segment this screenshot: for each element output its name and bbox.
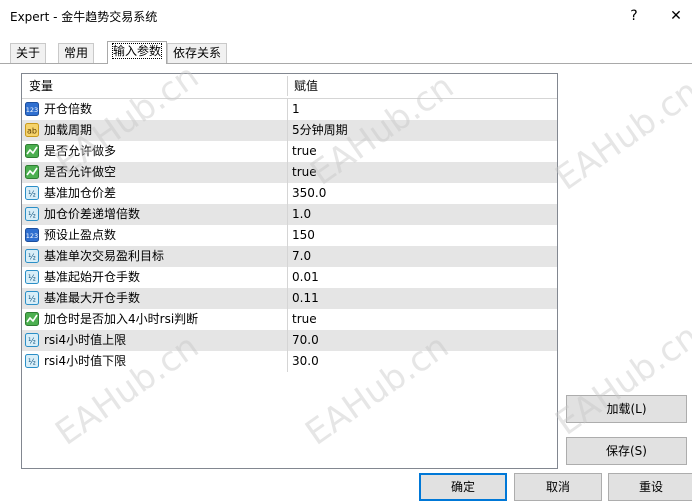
table-row[interactable]: ½ 基准起始开仓手数 0.01 bbox=[22, 267, 557, 288]
table-row[interactable]: 123 开仓倍数 1 bbox=[22, 99, 557, 120]
tab-about-label: 关于 bbox=[16, 46, 41, 60]
svg-text:½: ½ bbox=[28, 253, 36, 262]
parameter-name: 加载周期 bbox=[44, 123, 93, 137]
cell-divider bbox=[287, 225, 288, 246]
tab-about[interactable]: 关于 bbox=[10, 43, 47, 63]
parameter-value[interactable]: 5分钟周期 bbox=[292, 120, 348, 141]
double-icon: ½ bbox=[25, 291, 39, 305]
tab-dependencies[interactable]: 依存关系 bbox=[167, 43, 228, 63]
svg-text:½: ½ bbox=[28, 358, 36, 367]
parameter-value[interactable]: 7.0 bbox=[292, 246, 311, 267]
double-icon: ½ bbox=[25, 249, 39, 263]
watermark: EAHub.cn bbox=[548, 316, 692, 444]
load-button[interactable]: 加载(L) bbox=[566, 395, 687, 423]
bool-icon bbox=[25, 312, 39, 326]
parameters-grid[interactable]: 变量 赋值 123 开仓倍数 1 ab 加载周期 5分钟周期 是否允许做多 true 是否允许做… bbox=[21, 73, 558, 469]
svg-text:½: ½ bbox=[28, 190, 36, 199]
cell-divider bbox=[287, 267, 288, 288]
svg-text:½: ½ bbox=[28, 295, 36, 304]
cell-divider bbox=[287, 204, 288, 225]
svg-text:123: 123 bbox=[26, 232, 38, 240]
parameter-name: 加仓价差递增倍数 bbox=[44, 207, 141, 221]
tab-dependencies-label: 依存关系 bbox=[173, 46, 222, 60]
help-button[interactable]: ? bbox=[624, 6, 644, 26]
table-row[interactable]: 加仓时是否加入4小时rsi判断 true bbox=[22, 309, 557, 330]
parameter-name: 开仓倍数 bbox=[44, 102, 93, 116]
table-row[interactable]: 123 预设止盈点数 150 bbox=[22, 225, 557, 246]
svg-text:½: ½ bbox=[28, 274, 36, 283]
cell-divider bbox=[287, 183, 288, 204]
column-header-variable[interactable]: 变量 bbox=[29, 74, 53, 98]
table-row[interactable]: ½ rsi4小时值上限 70.0 bbox=[22, 330, 557, 351]
parameter-value[interactable]: 150 bbox=[292, 225, 315, 246]
parameter-name: 基准加仓价差 bbox=[44, 186, 117, 200]
cell-divider bbox=[287, 162, 288, 183]
bool-icon bbox=[25, 144, 39, 158]
table-row[interactable]: ½ 基准单次交易盈利目标 7.0 bbox=[22, 246, 557, 267]
integer-icon: 123 bbox=[25, 228, 39, 242]
string-icon: ab bbox=[25, 123, 39, 137]
svg-text:123: 123 bbox=[26, 106, 38, 114]
parameter-name: rsi4小时值上限 bbox=[44, 333, 127, 347]
double-icon: ½ bbox=[25, 354, 39, 368]
svg-text:½: ½ bbox=[28, 337, 36, 346]
tab-common[interactable]: 常用 bbox=[58, 43, 95, 63]
parameter-name: 加仓时是否加入4小时rsi判断 bbox=[44, 312, 199, 326]
parameter-name: 基准单次交易盈利目标 bbox=[44, 249, 165, 263]
cell-divider bbox=[287, 246, 288, 267]
svg-text:ab: ab bbox=[27, 127, 37, 136]
table-row[interactable]: ½ 加仓价差递增倍数 1.0 bbox=[22, 204, 557, 225]
parameter-value[interactable]: true bbox=[292, 309, 317, 330]
parameter-value[interactable]: 1 bbox=[292, 99, 300, 120]
window-title: Expert - 金牛趋势交易系统 bbox=[10, 10, 158, 24]
double-icon: ½ bbox=[25, 207, 39, 221]
tab-bar: 关于 常用 输入参数 依存关系 bbox=[0, 41, 692, 64]
cell-divider bbox=[287, 141, 288, 162]
parameter-value[interactable]: 30.0 bbox=[292, 351, 319, 372]
cell-divider bbox=[287, 99, 288, 120]
close-button[interactable]: ✕ bbox=[666, 6, 686, 26]
double-icon: ½ bbox=[25, 186, 39, 200]
parameter-value[interactable]: 1.0 bbox=[292, 204, 311, 225]
parameter-value[interactable]: 350.0 bbox=[292, 183, 326, 204]
cell-divider bbox=[287, 330, 288, 351]
cell-divider bbox=[287, 120, 288, 141]
table-row[interactable]: 是否允许做多 true bbox=[22, 141, 557, 162]
parameter-name: 基准起始开仓手数 bbox=[44, 270, 141, 284]
parameter-value[interactable]: 0.11 bbox=[292, 288, 319, 309]
parameter-name: 预设止盈点数 bbox=[44, 228, 117, 242]
tab-inputs[interactable]: 输入参数 bbox=[107, 41, 168, 64]
cell-divider bbox=[287, 351, 288, 372]
table-row[interactable]: ½ rsi4小时值下限 30.0 bbox=[22, 351, 557, 372]
svg-text:½: ½ bbox=[28, 211, 36, 220]
watermark: EAHub.cn bbox=[548, 71, 692, 199]
title-bar: Expert - 金牛趋势交易系统 ? ✕ bbox=[0, 0, 692, 32]
double-icon: ½ bbox=[25, 333, 39, 347]
column-divider[interactable] bbox=[287, 76, 288, 96]
parameter-name: 基准最大开仓手数 bbox=[44, 291, 141, 305]
bool-icon bbox=[25, 165, 39, 179]
cell-divider bbox=[287, 309, 288, 330]
column-header-value[interactable]: 赋值 bbox=[294, 74, 318, 98]
parameter-value[interactable]: 70.0 bbox=[292, 330, 319, 351]
parameter-value[interactable]: true bbox=[292, 162, 317, 183]
save-button[interactable]: 保存(S) bbox=[566, 437, 687, 465]
double-icon: ½ bbox=[25, 270, 39, 284]
cell-divider bbox=[287, 288, 288, 309]
parameter-value[interactable]: 0.01 bbox=[292, 267, 319, 288]
parameter-name: rsi4小时值下限 bbox=[44, 354, 127, 368]
grid-header: 变量 赋值 bbox=[22, 74, 557, 99]
table-row[interactable]: ½ 基准最大开仓手数 0.11 bbox=[22, 288, 557, 309]
table-row[interactable]: ab 加载周期 5分钟周期 bbox=[22, 120, 557, 141]
table-row[interactable]: 是否允许做空 true bbox=[22, 162, 557, 183]
parameter-name: 是否允许做多 bbox=[44, 144, 117, 158]
table-row[interactable]: ½ 基准加仓价差 350.0 bbox=[22, 183, 557, 204]
parameter-value[interactable]: true bbox=[292, 141, 317, 162]
tab-inputs-label: 输入参数 bbox=[111, 43, 163, 59]
integer-icon: 123 bbox=[25, 102, 39, 116]
tab-common-label: 常用 bbox=[64, 46, 89, 60]
parameter-name: 是否允许做空 bbox=[44, 165, 117, 179]
